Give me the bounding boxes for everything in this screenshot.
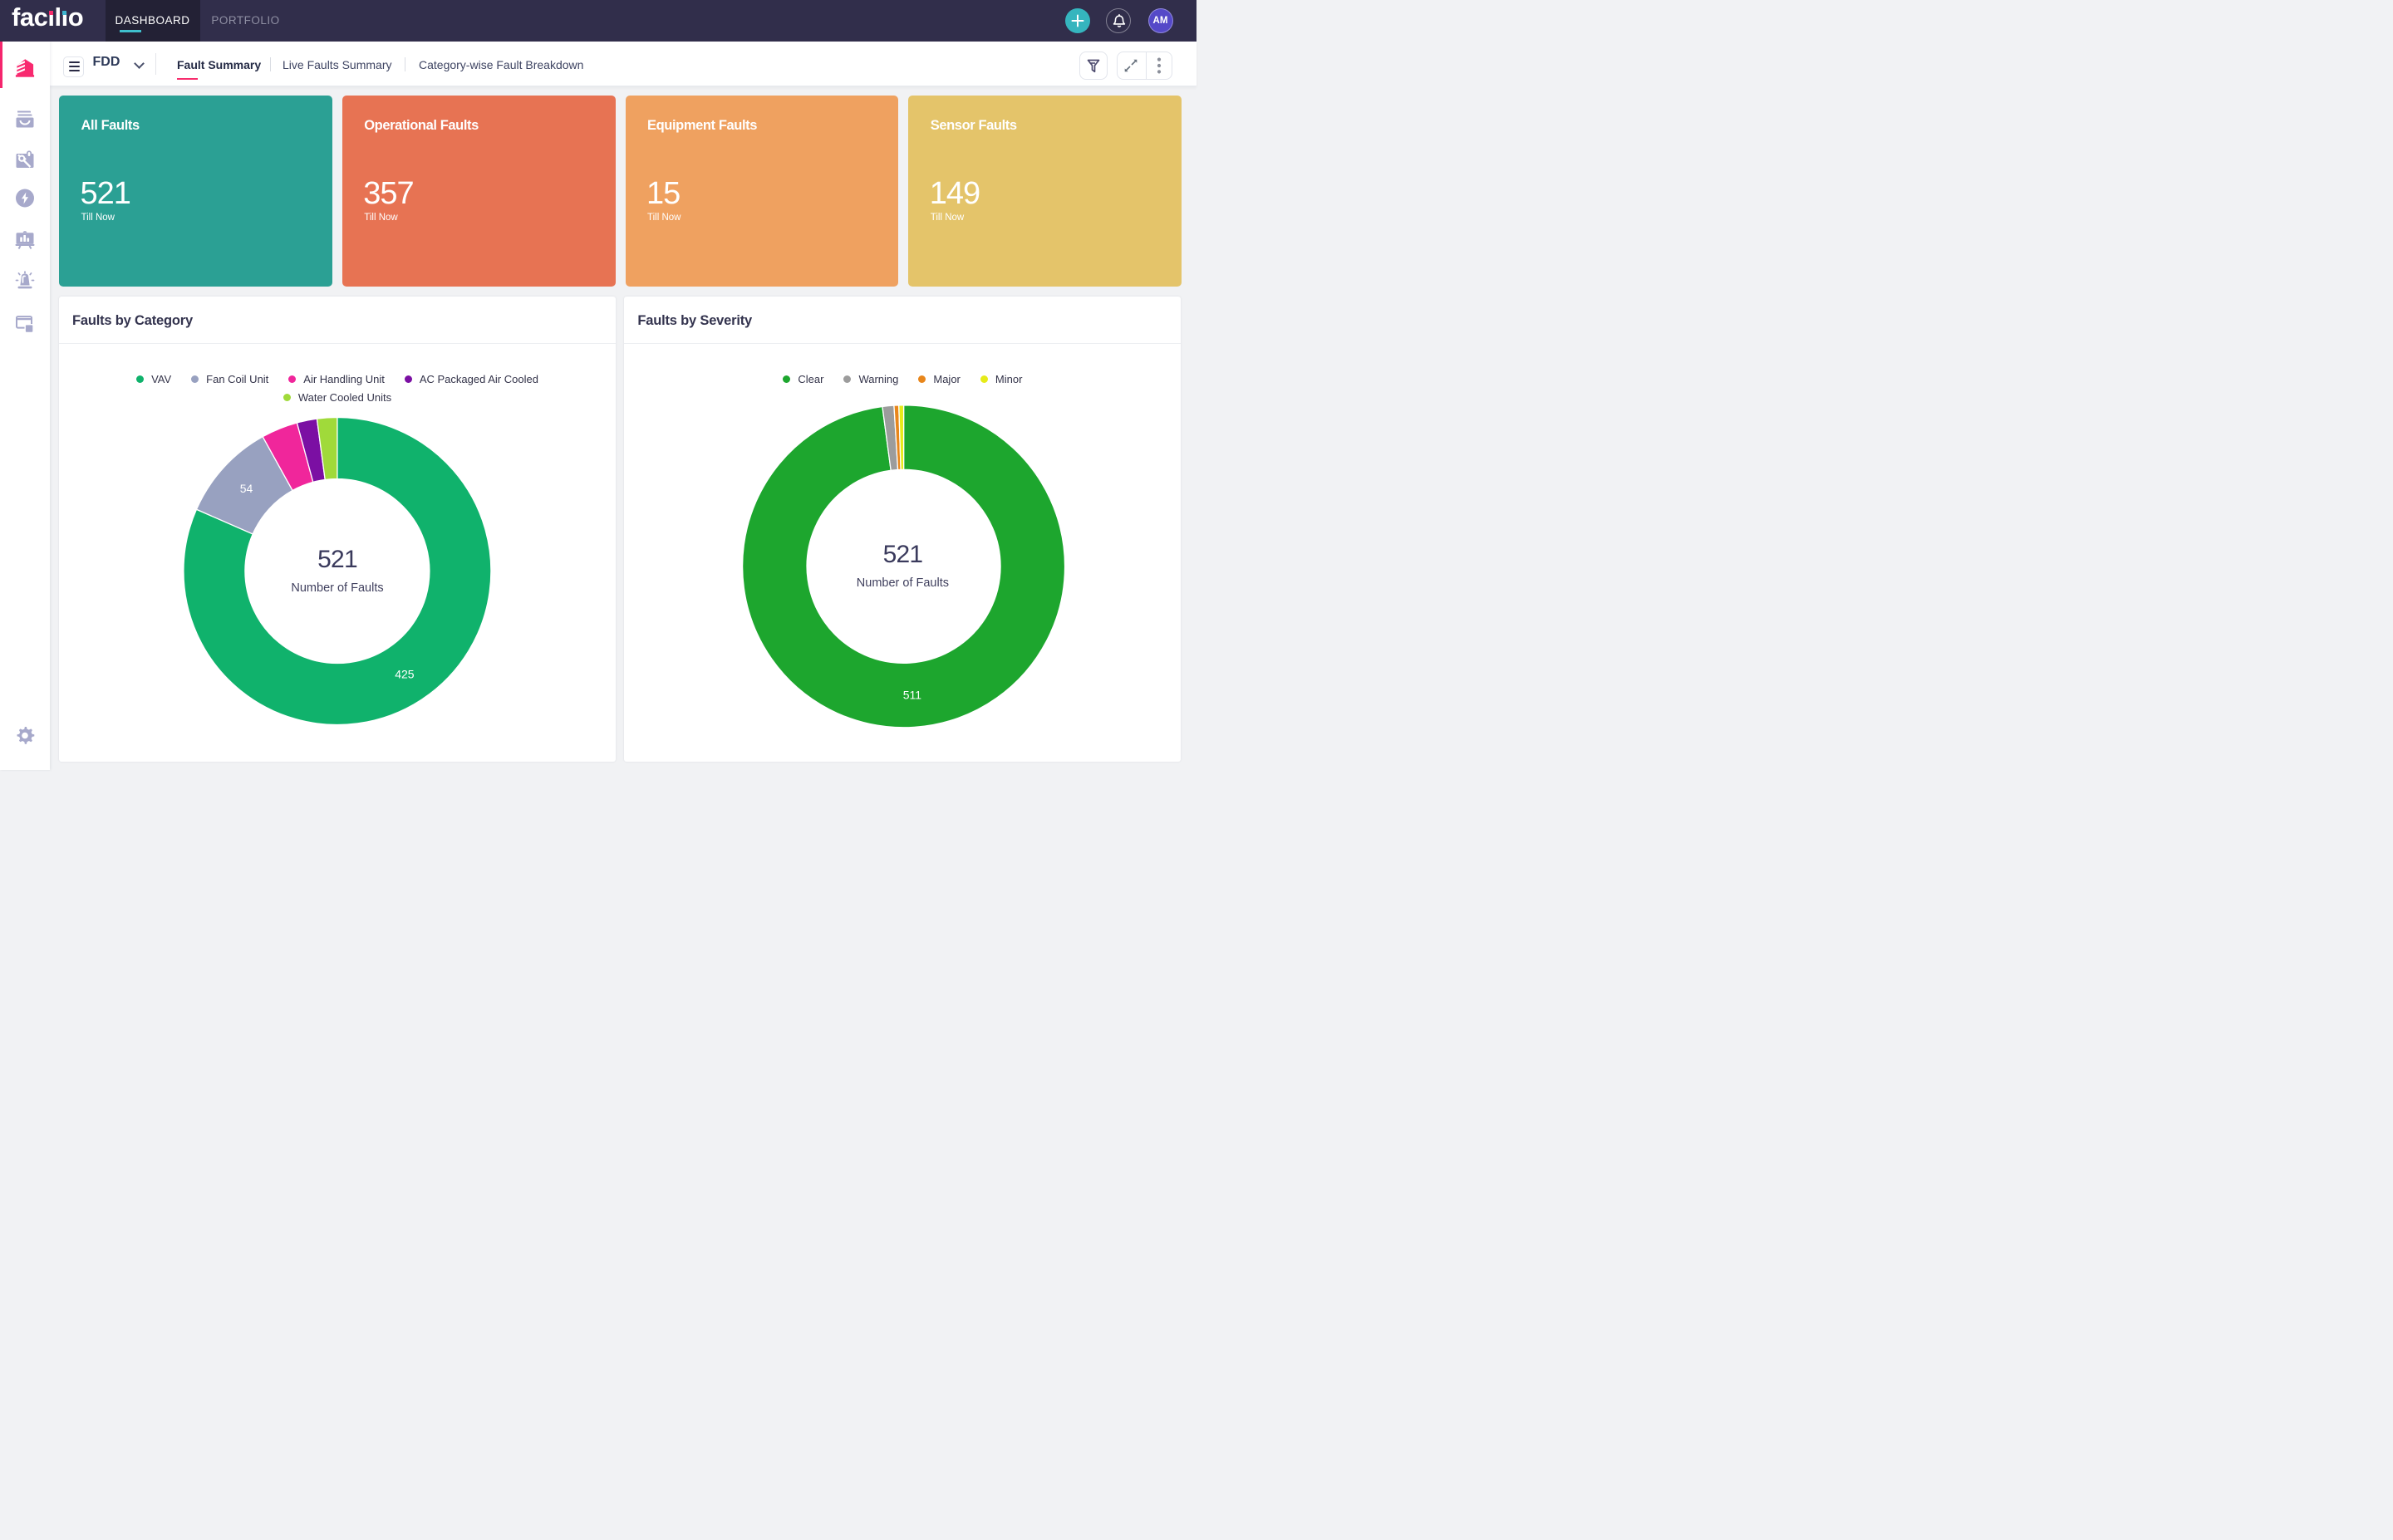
svg-text:54: 54	[240, 482, 253, 495]
svg-text:425: 425	[395, 667, 415, 680]
svg-text:511: 511	[903, 689, 922, 702]
